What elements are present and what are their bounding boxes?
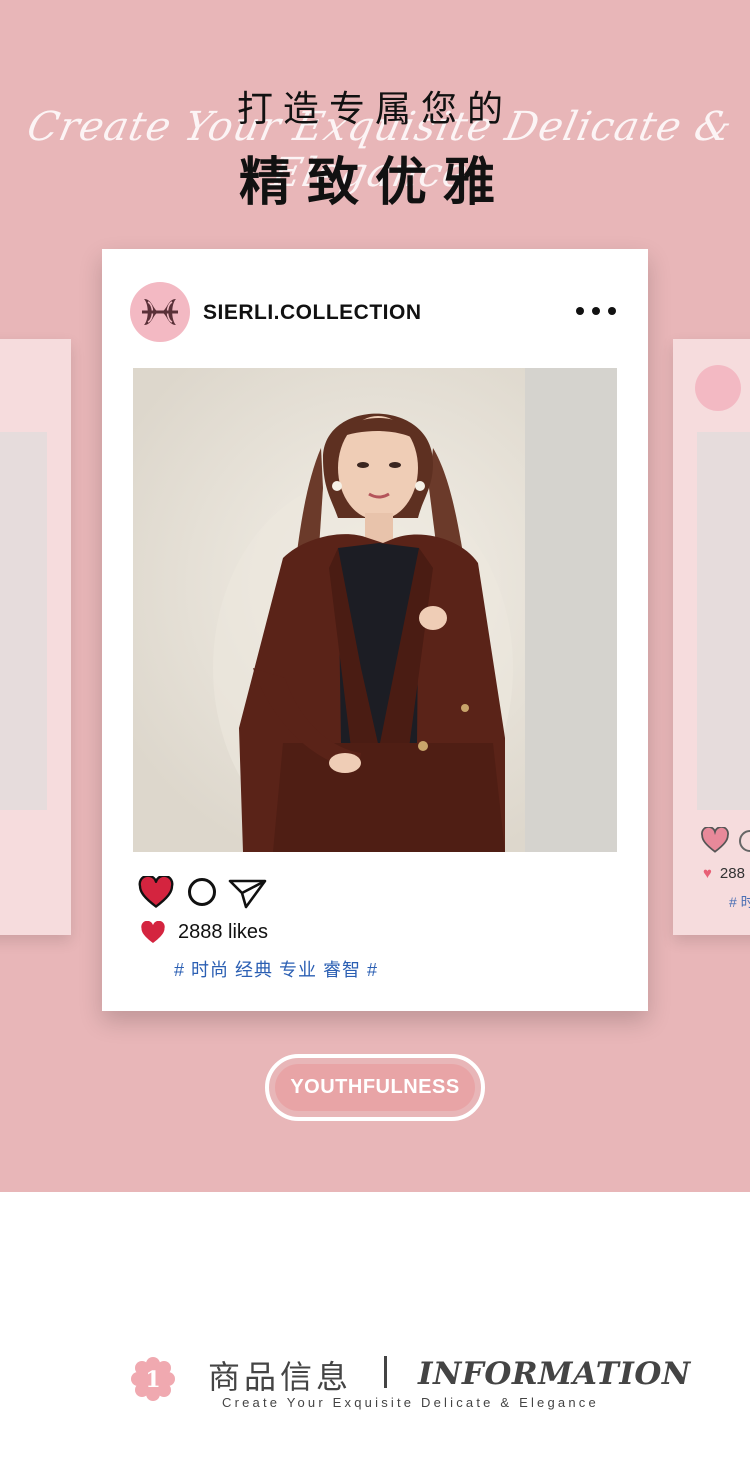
info-title-en: INFORMATION (418, 1356, 691, 1392)
comment-icon[interactable] (188, 878, 216, 906)
post-photo[interactable] (133, 368, 617, 852)
side-card-right-comment-icon (739, 830, 750, 852)
model-photo-illustration (133, 368, 617, 852)
info-title-cn: 商品信息 (208, 1358, 353, 1396)
more-options-button[interactable] (576, 301, 616, 321)
post-hashtags[interactable]: # 时尚 经典 专业 睿智 # (174, 956, 378, 982)
section-number: 1 (145, 1367, 160, 1393)
section-number-flower-icon: 1 (131, 1357, 175, 1401)
side-card-left (0, 339, 71, 935)
side-card-right-heart-icon (701, 827, 729, 853)
side-card-right: ♥ 288 # 时 (673, 339, 750, 935)
hero-section: Create Your Exquisite Delicate & Eleganc… (0, 0, 750, 1192)
brand-logo-icon (142, 299, 178, 325)
info-subtitle: Create Your Exquisite Delicate & Eleganc… (222, 1395, 599, 1410)
likes-row: 2888 likes (140, 921, 268, 944)
brand-avatar[interactable] (130, 282, 190, 342)
hero-title-big: 精致优雅 (238, 153, 511, 213)
more-dot (576, 307, 584, 315)
like-heart-icon[interactable] (138, 876, 174, 908)
side-card-right-image (697, 432, 750, 810)
more-dot (592, 307, 600, 315)
side-card-right-logo (695, 365, 741, 411)
likes-heart-icon (141, 921, 165, 943)
side-card-right-tags: # 时 (729, 894, 750, 910)
youthfulness-badge-button[interactable]: YOUTHFULNESS (265, 1054, 485, 1121)
badge-label: YOUTHFULNESS (290, 1076, 460, 1098)
share-send-icon[interactable] (228, 877, 268, 909)
post-handle[interactable]: SIERLI.COLLECTION (203, 301, 422, 325)
likes-count: 2888 likes (178, 921, 269, 943)
post-card: SIERLI.COLLECTION 2888 likes # 时尚 经典 专业 … (102, 249, 648, 1011)
side-card-left-image (0, 432, 47, 810)
hero-title-small: 打造专属您的 (236, 89, 513, 130)
side-card-right-likes-text: 288 (719, 865, 745, 882)
side-card-right-likes: ♥ 288 (703, 865, 745, 882)
more-dot (608, 307, 616, 315)
info-divider (384, 1356, 387, 1388)
